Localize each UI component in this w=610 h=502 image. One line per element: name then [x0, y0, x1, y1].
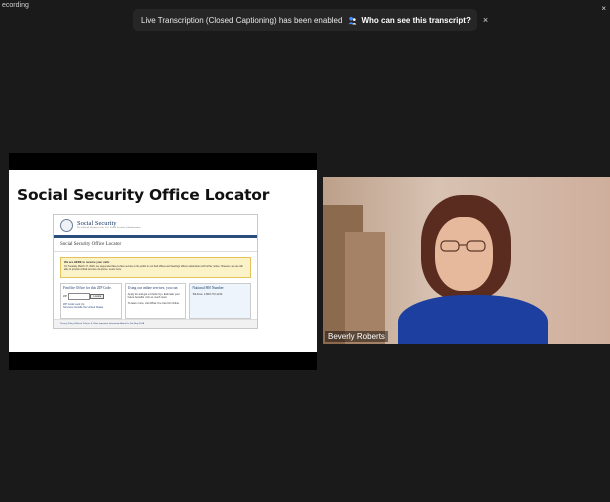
zip-finder-column: Find the Office for this ZIP Code. ZIP L…: [60, 283, 122, 319]
dismiss-banner-button[interactable]: ×: [483, 15, 488, 25]
who-can-see-link[interactable]: Who can see this transcript?: [348, 15, 471, 25]
ssa-header: Social Security The Official Website of …: [54, 215, 257, 235]
share-letterbox-top: [9, 153, 317, 170]
webpage-footer: Privacy Policy Website Policies & Other …: [54, 319, 257, 328]
participant-name: Beverly Roberts: [325, 331, 388, 342]
ssa-org-name: Social Security The Official Website of …: [77, 220, 141, 230]
webpage-screenshot: Social Security The Official Website of …: [53, 214, 258, 329]
who-can-see-label: Who can see this transcript?: [361, 15, 471, 25]
national-number: Toll-Free: 1-800-772-1213: [192, 293, 223, 296]
online-footer: To learn more, visit What You Can Do Onl…: [127, 302, 180, 305]
ssa-seal-icon: [60, 218, 73, 232]
online-items: Apply for and get a Check Up • Estimate …: [127, 293, 180, 299]
zip-input: [67, 293, 90, 300]
online-heading: Using our online services, you can: [127, 286, 178, 290]
video-shirt: [398, 295, 548, 344]
zip-heading: Find the Office for this ZIP Code.: [63, 286, 112, 290]
alert-text: On Tuesday, March 17, 2020, we suspended…: [64, 264, 243, 272]
covid-alert: We are HERE to receive your calls On Tue…: [60, 257, 251, 278]
national-number-column: National 800 Number Toll-Free: 1-800-772…: [189, 283, 252, 319]
webpage-columns: Find the Office for this ZIP Code. ZIP L…: [54, 283, 257, 319]
webpage-title: Social Security Office Locator: [54, 238, 257, 252]
banner-message: Live Transcription (Closed Captioning) h…: [141, 15, 343, 25]
people-icon: [348, 16, 357, 25]
online-services-column: Using our online services, you can Apply…: [124, 283, 187, 319]
video-face: [435, 217, 493, 291]
alert-heading: We are HERE to receive your calls: [64, 260, 110, 264]
national-heading: National 800 Number: [192, 286, 224, 290]
recording-indicator: ecording: [2, 2, 29, 9]
share-letterbox-bottom: [9, 352, 317, 370]
zip-links: ZIP Code Look Up Services Outside the Un…: [63, 303, 104, 309]
slide-title: Social Security Office Locator: [17, 186, 270, 204]
video-glasses: [440, 240, 486, 252]
transcription-banner: Live Transcription (Closed Captioning) h…: [133, 9, 488, 31]
participant-video[interactable]: Beverly Roberts: [323, 177, 610, 344]
locate-button: Locate: [90, 294, 105, 299]
video-doorframe: [345, 232, 385, 344]
org-tagline: The Official Website of the U.S. Social …: [77, 226, 141, 229]
zip-label: ZIP: [63, 295, 67, 299]
shared-screen-slide: Social Security Office Locator Social Se…: [9, 170, 317, 352]
close-window-icon[interactable]: ×: [601, 4, 606, 13]
